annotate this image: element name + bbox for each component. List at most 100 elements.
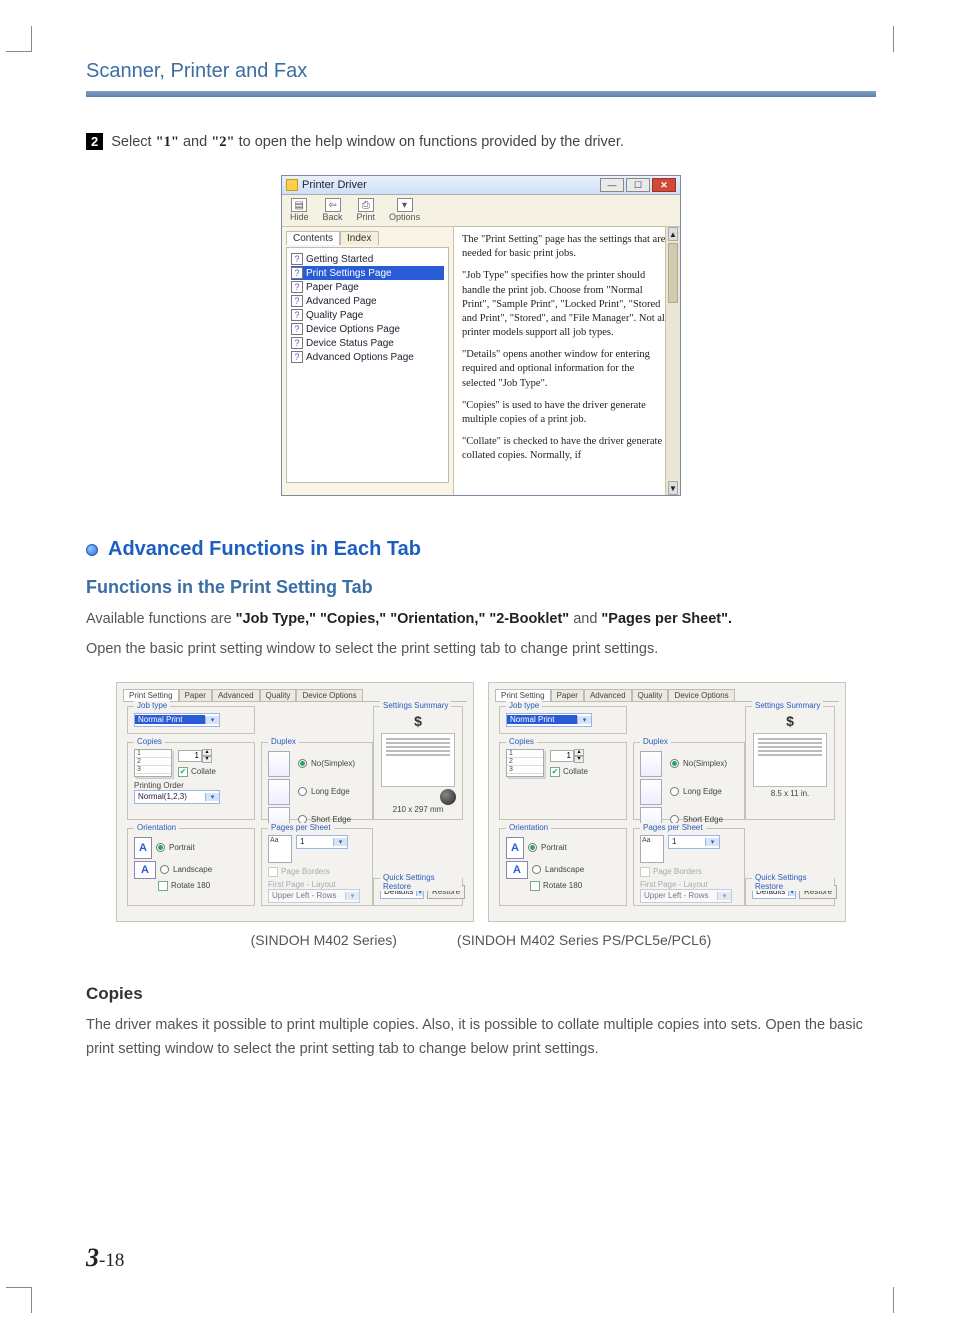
tab-print-setting[interactable]: Print Setting xyxy=(495,689,551,701)
pps-select[interactable]: 1▾ xyxy=(296,835,348,849)
checkbox-icon: ✔ xyxy=(268,867,278,877)
spin-up[interactable]: ▴ xyxy=(574,749,584,756)
landscape-radio[interactable]: ALandscape xyxy=(506,861,620,879)
first-page-layout-select: Upper Left - Rows▾ xyxy=(640,889,732,903)
tree-item[interactable]: ?Getting Started xyxy=(291,252,444,266)
fieldset-copies: Copies 123 ▴▾ ✔Collate Printing Order No… xyxy=(127,742,255,820)
tree-item[interactable]: ?Quality Page xyxy=(291,308,444,322)
copies-input[interactable] xyxy=(178,750,202,762)
summary-legend: Settings Summary xyxy=(752,701,823,710)
vertical-scrollbar[interactable]: ▲ ▼ xyxy=(665,227,680,495)
paper-size-text: 8.5 x 11 in. xyxy=(752,789,828,798)
tree-item[interactable]: ?Advanced Options Page xyxy=(291,350,444,364)
tab-paper[interactable]: Paper xyxy=(551,689,584,701)
pps-select[interactable]: 1▾ xyxy=(668,835,720,849)
print-setting-figures: Print Setting Paper Advanced Quality Dev… xyxy=(86,682,876,922)
spin-up[interactable]: ▴ xyxy=(202,749,212,756)
tree-item[interactable]: ?Paper Page xyxy=(291,280,444,294)
copies-spinner[interactable]: ▴▾ xyxy=(178,749,216,763)
tree-label: Quality Page xyxy=(306,310,363,321)
spin-down[interactable]: ▾ xyxy=(202,756,212,763)
portrait-radio[interactable]: A Portrait xyxy=(134,837,248,859)
summary-preview xyxy=(381,733,455,787)
orientation-legend: Orientation xyxy=(506,823,551,832)
scroll-down-arrow-icon[interactable]: ▼ xyxy=(668,481,678,495)
chevron-down-icon: ▾ xyxy=(205,793,219,801)
minimize-button[interactable]: — xyxy=(600,178,624,192)
orientation-legend: Orientation xyxy=(134,823,179,832)
help-content-pane: The "Print Setting" page has the setting… xyxy=(454,227,680,495)
portrait-icon: A xyxy=(134,837,152,859)
spin-down[interactable]: ▾ xyxy=(574,756,584,763)
portrait-label: Portrait xyxy=(169,843,195,852)
collate-checkbox[interactable]: ✔Collate xyxy=(178,767,216,777)
tab-print-setting[interactable]: Print Setting xyxy=(123,689,179,701)
section-bullet-icon xyxy=(86,544,98,556)
checkbox-icon: ✔ xyxy=(550,767,560,777)
portrait-radio[interactable]: APortrait xyxy=(506,837,620,859)
tab-device-options[interactable]: Device Options xyxy=(668,689,734,701)
currency-icon: $ xyxy=(752,713,828,729)
close-button[interactable]: ✕ xyxy=(652,178,676,192)
jobtype-select[interactable]: Normal Print▾ xyxy=(506,713,592,727)
tool-hide[interactable]: ▤Hide xyxy=(290,198,309,222)
paper-size-text: 210 x 297 mm xyxy=(380,805,456,814)
rotate-checkbox[interactable]: ✔Rotate 180 xyxy=(158,881,248,891)
tree-item[interactable]: ?Device Status Page xyxy=(291,336,444,350)
page-borders-checkbox[interactable]: ✔Page Borders xyxy=(268,867,366,877)
duplex-long-label: Long Edge xyxy=(311,787,350,796)
duplex-long-radio[interactable]: Long Edge xyxy=(640,779,738,805)
tab-device-options[interactable]: Device Options xyxy=(296,689,362,701)
fp-bold1: "Job Type," "Copies," "Orientation," "2-… xyxy=(236,611,570,627)
printing-order-value: Normal(1,2,3) xyxy=(135,792,205,801)
tab-quality[interactable]: Quality xyxy=(260,689,297,701)
collate-checkbox[interactable]: ✔Collate xyxy=(550,767,588,777)
tool-back[interactable]: ⇦Back xyxy=(323,198,343,222)
jobtype-select[interactable]: Normal Print▾ xyxy=(134,713,220,727)
duplex-long-radio[interactable]: Long Edge xyxy=(268,779,366,805)
fpl-value: Upper Left - Rows xyxy=(641,891,717,900)
collate-label: Collate xyxy=(191,767,216,776)
rotate-checkbox[interactable]: ✔Rotate 180 xyxy=(530,881,620,891)
copies-legend: Copies xyxy=(506,737,537,746)
maximize-button[interactable]: ☐ xyxy=(626,178,650,192)
tool-options[interactable]: ▾Options xyxy=(389,198,420,222)
copies-input[interactable] xyxy=(550,750,574,762)
qsr-legend: Quick Settings Restore xyxy=(752,873,834,891)
dialog-caption-right: (SINDOH M402 Series PS/PCL5e/PCL6) xyxy=(457,932,711,948)
functions-print-setting-heading: Functions in the Print Setting Tab xyxy=(86,577,876,598)
landscape-radio[interactable]: ALandscape xyxy=(134,861,248,879)
step-q1: "1" xyxy=(156,134,179,150)
help-tree[interactable]: ?Getting Started ?Print Settings Page ?P… xyxy=(286,247,449,483)
tree-item[interactable]: ?Advanced Page xyxy=(291,294,444,308)
copies-spinner[interactable]: ▴▾ xyxy=(550,749,588,763)
printing-order-select[interactable]: Normal(1,2,3)▾ xyxy=(134,790,220,804)
print-icon: ⎙ xyxy=(358,198,374,212)
scroll-thumb[interactable] xyxy=(668,243,678,303)
hide-icon: ▤ xyxy=(291,198,307,212)
tree-item[interactable]: ?Device Options Page xyxy=(291,322,444,336)
fieldset-pages-per-sheet: Pages per Sheet Aa 1▾ ✔Page Borders Firs… xyxy=(261,828,373,906)
tab-advanced[interactable]: Advanced xyxy=(212,689,260,701)
tab-advanced[interactable]: Advanced xyxy=(584,689,632,701)
duplex-no-radio[interactable]: No(Simplex) xyxy=(640,751,738,777)
duplex-no-label: No(Simplex) xyxy=(311,759,355,768)
crop-mark-tr xyxy=(893,26,919,52)
tab-paper[interactable]: Paper xyxy=(179,689,212,701)
duplex-icon xyxy=(268,779,290,805)
tab-contents[interactable]: Contents xyxy=(286,231,340,245)
fieldset-settings-summary: Settings Summary $ 8.5 x 11 in. xyxy=(745,706,835,820)
page-borders-checkbox[interactable]: ✔Page Borders xyxy=(640,867,738,877)
tab-quality[interactable]: Quality xyxy=(632,689,669,701)
chevron-down-icon: ▾ xyxy=(205,716,219,724)
duplex-no-radio[interactable]: No(Simplex) xyxy=(268,751,366,777)
question-icon: ? xyxy=(291,281,303,293)
tool-print[interactable]: ⎙Print xyxy=(357,198,376,222)
tab-index[interactable]: Index xyxy=(340,231,378,245)
tree-item-selected[interactable]: ?Print Settings Page xyxy=(291,266,444,280)
rotate-label: Rotate 180 xyxy=(543,881,582,890)
fieldset-duplex: Duplex No(Simplex) Long Edge Short Edge xyxy=(261,742,373,820)
chevron-down-icon: ▾ xyxy=(577,716,591,724)
scroll-up-arrow-icon[interactable]: ▲ xyxy=(668,227,678,241)
fieldset-jobtype: Job type Normal Print▾ xyxy=(499,706,627,734)
